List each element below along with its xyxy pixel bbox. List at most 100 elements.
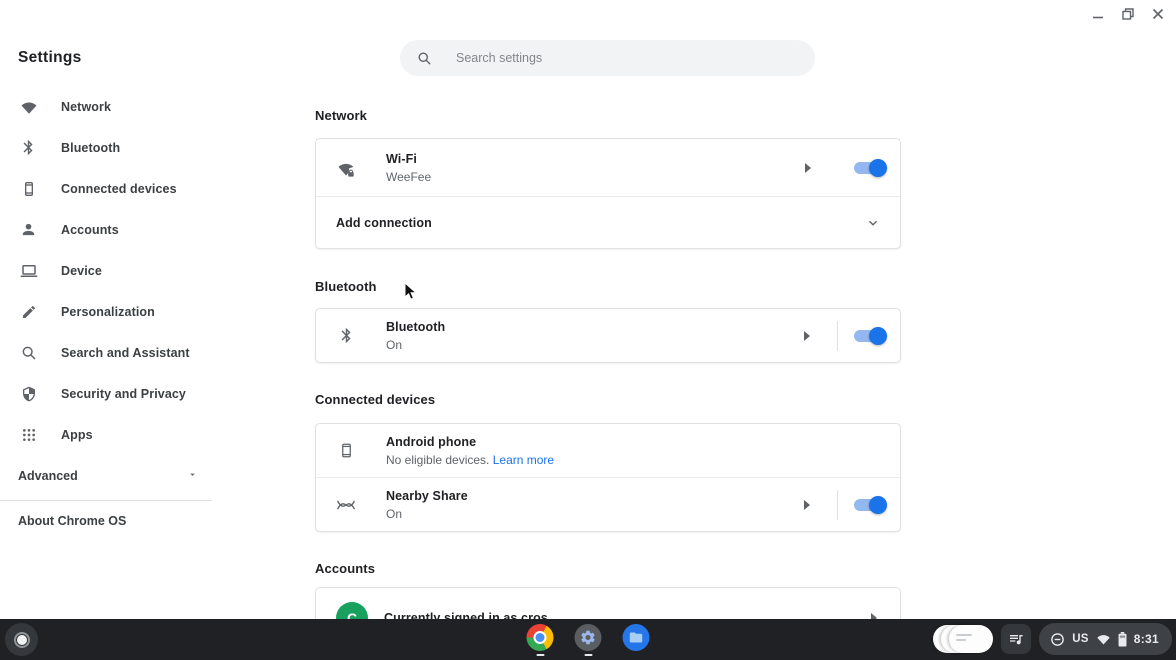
bluetooth-toggle[interactable] bbox=[854, 330, 884, 342]
restore-icon[interactable] bbox=[1118, 4, 1138, 24]
bluetooth-card: Bluetooth On bbox=[315, 308, 901, 363]
shelf: US 8:31 bbox=[0, 619, 1176, 660]
advanced-label: Advanced bbox=[18, 469, 78, 483]
sidebar-item-label: Apps bbox=[61, 428, 93, 442]
sidebar-item-search-assistant[interactable]: Search and Assistant bbox=[0, 332, 240, 373]
search-icon bbox=[19, 343, 38, 362]
keyboard-layout-label: US bbox=[1072, 633, 1089, 645]
sidebar-item-personalization[interactable]: Personalization bbox=[0, 291, 240, 332]
files-icon[interactable] bbox=[623, 624, 650, 656]
sidebar-item-device[interactable]: Device bbox=[0, 250, 240, 291]
sidebar-item-label: Accounts bbox=[61, 223, 119, 237]
sidebar-item-security-privacy[interactable]: Security and Privacy bbox=[0, 373, 240, 414]
sidebar-item-label: Security and Privacy bbox=[61, 387, 186, 401]
running-indicator bbox=[536, 654, 544, 656]
notification-stack-icon[interactable] bbox=[933, 623, 993, 655]
search-bar bbox=[400, 40, 815, 76]
sidebar-item-label: Device bbox=[61, 264, 102, 278]
bluetooth-row[interactable]: Bluetooth On bbox=[316, 309, 900, 362]
nearby-share-state: On bbox=[386, 507, 803, 521]
nearby-share-row[interactable]: Nearby Share On bbox=[316, 478, 900, 531]
clock-label: 8:31 bbox=[1134, 632, 1159, 646]
android-phone-status: No eligible devices. Learn more bbox=[386, 453, 884, 467]
sidebar-item-bluetooth[interactable]: Bluetooth bbox=[0, 127, 240, 168]
sidebar-divider bbox=[0, 500, 212, 501]
section-header-bluetooth: Bluetooth bbox=[315, 279, 377, 294]
launcher-ring bbox=[14, 632, 30, 648]
wifi-network-name: WeeFee bbox=[386, 170, 804, 184]
add-connection-row[interactable]: Add connection bbox=[316, 197, 900, 248]
section-header-connected-devices: Connected devices bbox=[315, 392, 435, 407]
learn-more-link[interactable]: Learn more bbox=[493, 453, 554, 467]
nearby-share-toggle[interactable] bbox=[854, 499, 884, 511]
person-icon bbox=[19, 220, 38, 239]
bluetooth-row-text: Bluetooth On bbox=[386, 320, 803, 352]
chrome-icon[interactable] bbox=[527, 624, 554, 656]
bluetooth-icon bbox=[336, 325, 356, 347]
section-header-network: Network bbox=[315, 108, 367, 123]
laptop-icon bbox=[19, 261, 38, 280]
wifi-row-text: Wi-Fi WeeFee bbox=[386, 152, 804, 184]
shield-icon bbox=[19, 384, 38, 403]
subpage-arrow-icon[interactable] bbox=[803, 331, 811, 341]
sidebar-item-label: Search and Assistant bbox=[61, 346, 190, 360]
mouse-cursor bbox=[404, 282, 417, 306]
window-controls bbox=[1088, 4, 1168, 24]
nearby-share-title: Nearby Share bbox=[386, 489, 803, 503]
phone-icon bbox=[336, 440, 356, 462]
section-header-accounts: Accounts bbox=[315, 561, 375, 576]
connected-devices-card: Android phone No eligible devices. Learn… bbox=[315, 423, 901, 532]
wifi-icon bbox=[19, 97, 38, 116]
close-icon[interactable] bbox=[1148, 4, 1168, 24]
row-separator bbox=[837, 490, 838, 520]
pen-icon bbox=[19, 302, 38, 321]
bluetooth-title: Bluetooth bbox=[386, 320, 803, 334]
wifi-title: Wi-Fi bbox=[386, 152, 804, 166]
sidebar-nav: Network Bluetooth Connected devices Acco… bbox=[0, 86, 240, 455]
add-connection-label: Add connection bbox=[336, 216, 866, 230]
chevron-down-icon bbox=[187, 467, 198, 485]
wifi-row[interactable]: Wi-Fi WeeFee bbox=[316, 139, 900, 196]
android-phone-text: Android phone No eligible devices. Learn… bbox=[386, 435, 884, 467]
page-title: Settings bbox=[18, 49, 82, 67]
shelf-apps bbox=[527, 624, 650, 656]
nearby-share-text: Nearby Share On bbox=[386, 489, 803, 521]
sidebar-item-label: Bluetooth bbox=[61, 141, 120, 155]
sidebar-item-label: Network bbox=[61, 100, 111, 114]
subpage-arrow-icon[interactable] bbox=[804, 163, 812, 173]
sidebar-item-label: Personalization bbox=[61, 305, 155, 319]
sidebar: Settings Network Bluetooth Connected dev… bbox=[0, 0, 240, 619]
wifi-toggle[interactable] bbox=[854, 162, 884, 174]
row-separator bbox=[837, 321, 838, 351]
minimize-icon[interactable] bbox=[1088, 4, 1108, 24]
wifi-icon bbox=[1096, 633, 1111, 646]
sidebar-item-apps[interactable]: Apps bbox=[0, 414, 240, 455]
sidebar-item-about-chrome-os[interactable]: About Chrome OS bbox=[18, 514, 126, 528]
no-devices-text: No eligible devices. bbox=[386, 453, 489, 467]
sidebar-item-advanced[interactable]: Advanced bbox=[0, 457, 212, 495]
search-icon bbox=[417, 51, 432, 66]
network-card: Wi-Fi WeeFee Add connection bbox=[315, 138, 901, 249]
sidebar-item-accounts[interactable]: Accounts bbox=[0, 209, 240, 250]
bluetooth-icon bbox=[19, 138, 38, 157]
android-phone-row[interactable]: Android phone No eligible devices. Learn… bbox=[316, 424, 900, 477]
sidebar-item-network[interactable]: Network bbox=[0, 86, 240, 127]
nearby-share-icon bbox=[336, 494, 356, 516]
search-input[interactable] bbox=[456, 51, 776, 65]
sidebar-item-label: Connected devices bbox=[61, 182, 177, 196]
chevron-down-icon[interactable] bbox=[866, 216, 880, 230]
wifi-lock-icon bbox=[336, 157, 356, 179]
media-controls-icon[interactable] bbox=[1001, 624, 1031, 654]
running-indicator bbox=[584, 654, 592, 656]
phone-icon bbox=[19, 179, 38, 198]
settings-gear-icon[interactable] bbox=[575, 624, 602, 656]
bluetooth-state: On bbox=[386, 338, 803, 352]
subpage-arrow-icon[interactable] bbox=[803, 500, 811, 510]
do-not-disturb-icon bbox=[1050, 632, 1065, 647]
shelf-status-area: US 8:31 bbox=[933, 623, 1172, 655]
launcher-icon[interactable] bbox=[5, 623, 38, 656]
battery-icon bbox=[1118, 632, 1127, 647]
apps-grid-icon bbox=[19, 425, 38, 444]
sidebar-item-connected-devices[interactable]: Connected devices bbox=[0, 168, 240, 209]
status-tray[interactable]: US 8:31 bbox=[1039, 623, 1172, 655]
